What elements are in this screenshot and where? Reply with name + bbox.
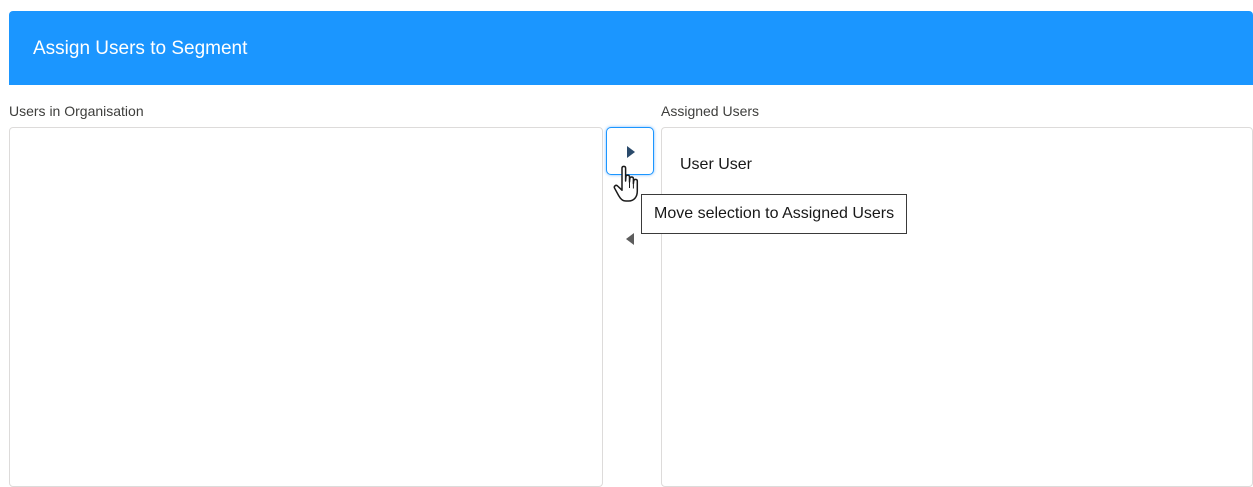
caret-right-icon [627,146,635,158]
assigned-users-listbox[interactable]: User User [661,127,1253,487]
modal-title: Assign Users to Segment [33,38,248,59]
modal-header: Assign Users to Segment [9,11,1253,85]
available-users-label: Users in Organisation [9,103,144,119]
move-to-available-button[interactable] [614,226,644,252]
assigned-users-label: Assigned Users [661,103,760,119]
move-to-assigned-button[interactable] [606,127,654,175]
list-item[interactable]: User User [680,155,752,175]
tooltip: Move selection to Assigned Users [641,194,908,234]
available-users-listbox[interactable] [9,127,603,487]
caret-left-icon [626,233,634,245]
